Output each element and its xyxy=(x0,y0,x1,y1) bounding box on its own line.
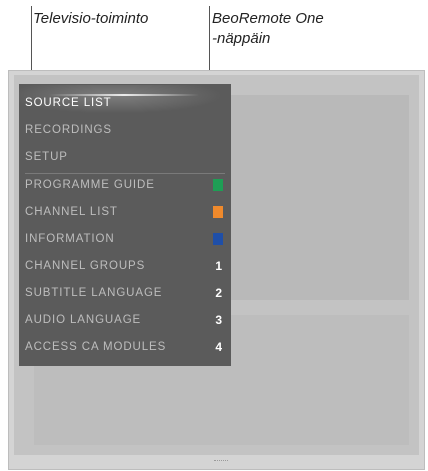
menu-item-recordings[interactable]: RECORDINGS xyxy=(25,119,225,141)
menu-item-label: CHANNEL GROUPS xyxy=(25,260,146,272)
menu-item-label: INFORMATION xyxy=(25,233,115,245)
callout-remote-key-line2: -näppäin xyxy=(212,30,271,47)
callout-remote-key-line1: BeoRemote One xyxy=(212,10,324,27)
number-key: 2 xyxy=(215,286,222,300)
number-key: 3 xyxy=(215,313,222,327)
tv-menu: SOURCE LIST RECORDINGS SETUP PROGRAMME G… xyxy=(19,84,231,366)
menu-item-label: SETUP xyxy=(25,151,68,163)
menu-item-information[interactable]: INFORMATION xyxy=(25,228,225,250)
menu-item-channel-list[interactable]: CHANNEL LIST xyxy=(25,201,225,223)
menu-item-programme-guide[interactable]: PROGRAMME GUIDE xyxy=(25,174,225,196)
menu-item-label: CHANNEL LIST xyxy=(25,206,118,218)
menu-item-label: SUBTITLE LANGUAGE xyxy=(25,287,163,299)
blue-key-icon xyxy=(213,233,223,245)
menu-item-audio-language[interactable]: AUDIO LANGUAGE 3 xyxy=(25,309,225,331)
callout-tv-function: Televisio-toiminto xyxy=(33,10,149,27)
menu-item-channel-groups[interactable]: CHANNEL GROUPS 1 xyxy=(25,255,225,277)
background-panel-top xyxy=(224,95,409,300)
orange-key-icon xyxy=(213,206,223,218)
number-key: 4 xyxy=(215,340,222,354)
menu-item-source-list[interactable]: SOURCE LIST xyxy=(25,92,225,114)
menu-item-label: RECORDINGS xyxy=(25,124,112,136)
callout-remote-key: BeoRemote One -näppäin xyxy=(212,9,324,49)
number-key: 1 xyxy=(215,259,222,273)
menu-item-access-ca-modules[interactable]: ACCESS CA MODULES 4 xyxy=(25,336,225,358)
menu-item-label: AUDIO LANGUAGE xyxy=(25,314,142,326)
menu-item-label: PROGRAMME GUIDE xyxy=(25,179,155,191)
tv-indicator xyxy=(214,460,228,463)
menu-item-label: ACCESS CA MODULES xyxy=(25,341,167,353)
green-key-icon xyxy=(213,179,223,191)
menu-item-subtitle-language[interactable]: SUBTITLE LANGUAGE 2 xyxy=(25,282,225,304)
menu-item-label: SOURCE LIST xyxy=(25,97,112,109)
menu-item-setup[interactable]: SETUP xyxy=(25,146,225,168)
